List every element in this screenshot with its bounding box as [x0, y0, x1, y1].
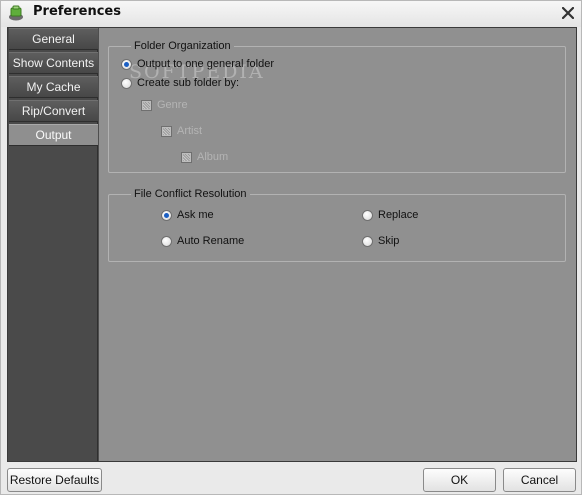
output-general-folder-radio[interactable]	[121, 58, 132, 70]
auto-rename-option[interactable]: Auto Rename	[161, 234, 244, 248]
sidebar-item-my-cache[interactable]: My Cache	[9, 76, 98, 98]
file-conflict-group	[108, 194, 566, 262]
preferences-app-icon	[7, 4, 25, 22]
cancel-button[interactable]: Cancel	[503, 468, 576, 492]
output-general-folder-option[interactable]: Output to one general folder	[121, 57, 274, 71]
window-title: Preferences	[33, 4, 121, 19]
skip-label: Skip	[378, 235, 400, 247]
genre-checkbox-option[interactable]: Genre	[141, 98, 188, 112]
replace-radio[interactable]	[362, 209, 373, 221]
close-icon[interactable]	[557, 3, 579, 23]
create-sub-folder-option[interactable]: Create sub folder by:	[121, 76, 239, 90]
output-panel: SOFTPEDIA Folder Organization Output to …	[99, 28, 576, 461]
artist-checkbox-option[interactable]: Artist	[161, 124, 202, 138]
skip-option[interactable]: Skip	[362, 234, 399, 248]
replace-label: Replace	[378, 209, 419, 221]
restore-defaults-button[interactable]: Restore Defaults	[7, 468, 102, 492]
folder-organization-title: Folder Organization	[131, 40, 234, 53]
create-sub-folder-label: Create sub folder by:	[137, 77, 240, 89]
auto-rename-label: Auto Rename	[177, 235, 245, 247]
file-conflict-title: File Conflict Resolution	[131, 188, 250, 201]
title-bar: Preferences	[1, 1, 581, 27]
genre-checkbox[interactable]	[141, 99, 152, 111]
ok-button[interactable]: OK	[423, 468, 496, 492]
sidebar-item-general[interactable]: General	[9, 28, 98, 50]
ask-me-label: Ask me	[177, 209, 214, 221]
genre-label: Genre	[157, 99, 188, 111]
preferences-content: General Show Contents My Cache Rip/Conve…	[7, 27, 577, 462]
sidebar-item-show-contents[interactable]: Show Contents	[9, 52, 98, 74]
preferences-window: Preferences General Show Contents My Cac…	[0, 0, 582, 495]
sidebar: General Show Contents My Cache Rip/Conve…	[8, 28, 98, 461]
ask-me-option[interactable]: Ask me	[161, 208, 214, 222]
create-sub-folder-radio[interactable]	[121, 77, 132, 89]
sidebar-item-output[interactable]: Output	[9, 124, 98, 146]
album-checkbox-option[interactable]: Album	[181, 150, 228, 164]
replace-option[interactable]: Replace	[362, 208, 418, 222]
ask-me-radio[interactable]	[161, 209, 172, 221]
sidebar-item-rip-convert[interactable]: Rip/Convert	[9, 100, 98, 122]
artist-checkbox[interactable]	[161, 125, 172, 137]
artist-label: Artist	[177, 125, 203, 137]
album-label: Album	[197, 151, 229, 163]
skip-radio[interactable]	[362, 235, 373, 247]
output-general-folder-label: Output to one general folder	[137, 58, 274, 70]
album-checkbox[interactable]	[181, 151, 192, 163]
auto-rename-radio[interactable]	[161, 235, 172, 247]
